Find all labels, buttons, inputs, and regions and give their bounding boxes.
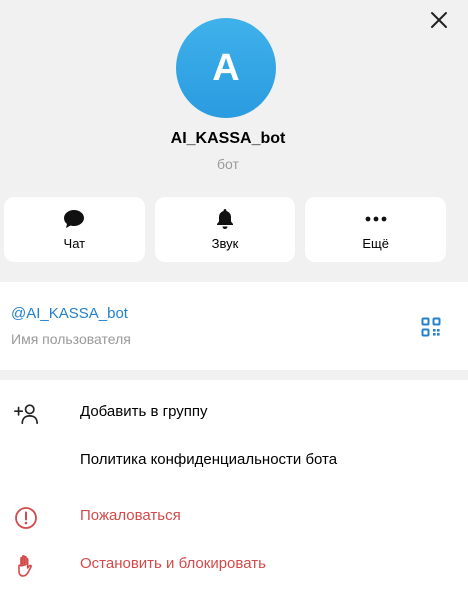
username-link[interactable]: @AI_KASSA_bot <box>11 305 128 322</box>
warning-circle-icon <box>15 507 37 529</box>
qr-code-button[interactable] <box>421 317 441 337</box>
privacy-policy-item[interactable]: Политика конфиденциальности бота <box>0 438 468 484</box>
close-button[interactable] <box>428 9 450 31</box>
stop-and-block-label: Остановить и блокировать <box>80 555 266 572</box>
add-user-icon <box>14 404 38 425</box>
chat-button-label: Чат <box>63 236 86 251</box>
chat-button[interactable]: Чат <box>4 197 145 262</box>
more-dots-icon <box>365 216 387 222</box>
chat-bubble-icon <box>64 210 85 228</box>
bell-icon <box>217 209 233 229</box>
profile-menu: Добавить в группу Политика конфиденциаль… <box>0 380 468 595</box>
profile-subtitle: бот <box>217 156 239 172</box>
avatar: A <box>176 18 276 118</box>
stop-and-block-item[interactable]: Остановить и блокировать <box>0 542 468 588</box>
hand-stop-icon <box>18 555 32 577</box>
more-button[interactable]: Ещё <box>305 197 447 262</box>
profile-name: AI_KASSA_bot <box>170 130 286 147</box>
qr-code-icon <box>421 317 441 337</box>
username-section: @AI_KASSA_bot Имя пользователя <box>0 282 468 370</box>
action-buttons: Чат Звук Ещё <box>4 197 447 262</box>
add-to-group-item[interactable]: Добавить в группу <box>0 390 468 436</box>
close-icon <box>431 12 447 28</box>
add-to-group-label: Добавить в группу <box>80 403 208 420</box>
sound-button-label: Звук <box>211 236 239 251</box>
report-label: Пожаловаться <box>80 507 181 524</box>
more-button-label: Ещё <box>362 236 389 251</box>
report-item[interactable]: Пожаловаться <box>0 494 468 540</box>
privacy-policy-label: Политика конфиденциальности бота <box>80 451 338 468</box>
avatar-letter: A <box>212 46 240 89</box>
username-label: Имя пользователя <box>11 331 131 347</box>
sound-button[interactable]: Звук <box>154 197 296 262</box>
